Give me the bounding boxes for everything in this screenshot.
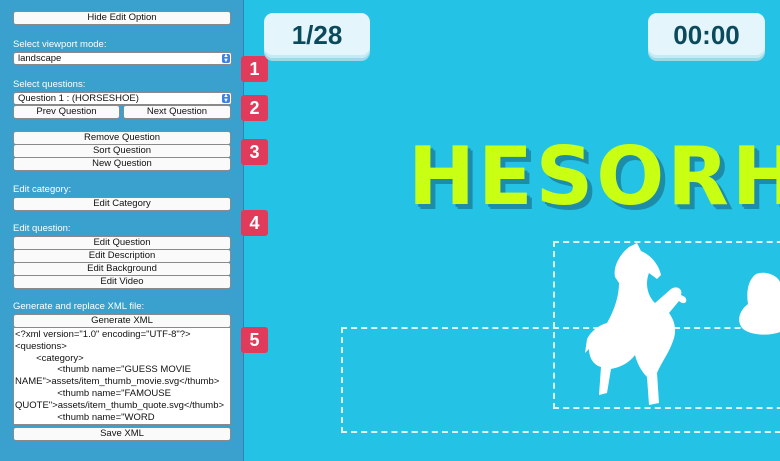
prev-question-button[interactable]: Prev Question — [13, 105, 120, 119]
viewport-mode-select[interactable]: landscape ▲ ▼ — [13, 52, 232, 65]
question-select[interactable]: Question 1 : (HORSESHOE) ▲ ▼ — [13, 92, 232, 105]
edit-background-button[interactable]: Edit Background — [13, 262, 231, 276]
select-arrows-icon: ▲ ▼ — [222, 93, 230, 104]
viewport-mode-label: Select viewport mode: — [13, 39, 107, 50]
step-badge-1: 1 — [241, 56, 268, 82]
generate-xml-button[interactable]: Generate XML — [13, 314, 231, 328]
next-question-button[interactable]: Next Question — [123, 105, 231, 119]
edit-question-label: Edit question: — [13, 223, 71, 234]
step-badge-5: 5 — [241, 327, 268, 353]
edit-panel: Hide Edit Option Select viewport mode: l… — [0, 0, 244, 461]
edit-video-button[interactable]: Edit Video — [13, 275, 231, 289]
xml-label: Generate and replace XML file: — [13, 301, 145, 312]
edit-question-button[interactable]: Edit Question — [13, 236, 231, 250]
edit-description-button[interactable]: Edit Description — [13, 249, 231, 263]
question-progress: 1/28 — [264, 13, 370, 58]
edit-category-button[interactable]: Edit Category — [13, 197, 231, 211]
select-questions-label: Select questions: — [13, 79, 86, 90]
scrambled-word-title: HESORH — [408, 130, 780, 223]
xml-textarea[interactable]: <?xml version="1.0" encoding="UTF-8"?> <… — [13, 327, 231, 425]
sort-question-button[interactable]: Sort Question — [13, 144, 231, 158]
remove-question-button[interactable]: Remove Question — [13, 131, 231, 145]
edit-category-label: Edit category: — [13, 184, 72, 195]
step-badge-4: 4 — [241, 210, 268, 236]
horse-icon — [585, 243, 687, 405]
save-xml-button[interactable]: Save XML — [13, 427, 231, 441]
timer-display: 00:00 — [648, 13, 765, 58]
viewport-mode-value: landscape — [18, 53, 62, 64]
hide-edit-button[interactable]: Hide Edit Option — [13, 11, 231, 25]
step-badge-3: 3 — [241, 139, 268, 165]
answer-drop-zone — [341, 327, 780, 433]
step-badge-2: 2 — [241, 95, 268, 121]
new-question-button[interactable]: New Question — [13, 157, 231, 171]
question-select-value: Question 1 : (HORSESHOE) — [18, 93, 139, 104]
shoe-icon — [739, 272, 780, 335]
select-arrows-icon: ▲ ▼ — [222, 53, 230, 64]
